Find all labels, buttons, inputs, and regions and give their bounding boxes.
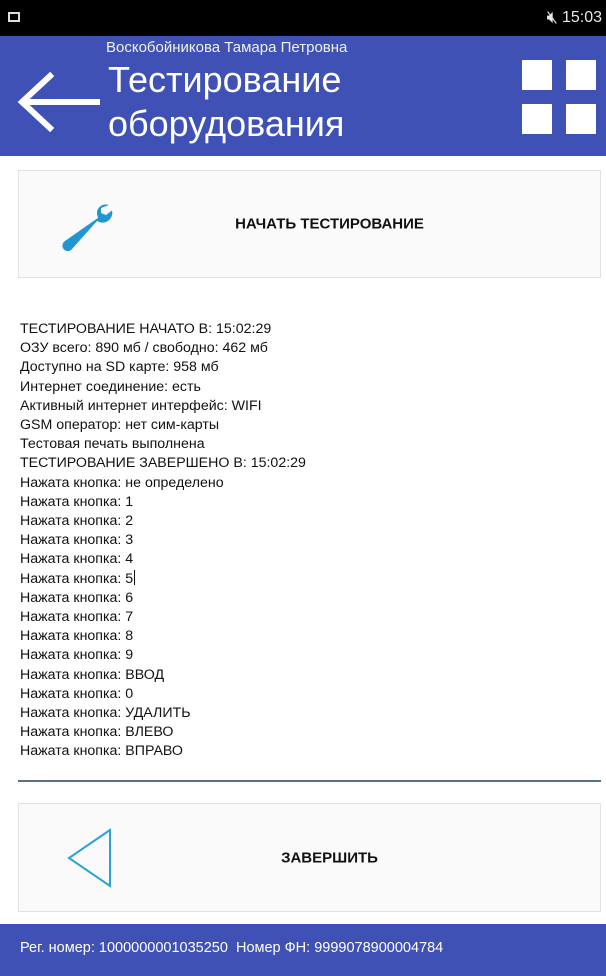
grid-cell [566,60,596,90]
log-line: Доступно на SD карте: 958 мб [20,359,219,376]
log-line: Нажата кнопка: ВВОД [20,666,165,683]
test-log: ТЕСТИРОВАНИЕ НАЧАТО В: 15:02:29 ОЗУ всего… [20,320,600,762]
status-bar: 🔇︎ 15:03 [0,0,606,36]
grid-cell [522,60,552,90]
log-line: ТЕСТИРОВАНИЕ НАЧАТО В: 15:02:29 [20,321,272,337]
log-line: Нажата кнопка: УДАЛИТЬ [20,705,191,722]
arrow-left-icon [17,71,101,133]
menu-grid-button[interactable] [522,60,596,134]
finish-label: ЗАВЕРШИТЬ [281,849,378,866]
start-testing-label: НАЧАТЬ ТЕСТИРОВАНИЕ [235,215,424,233]
log-divider [18,780,601,782]
status-time: 15:03 [561,9,602,26]
log-line: Нажата кнопка: 1 [20,493,134,510]
grid-cell [566,104,596,134]
grid-cell [522,104,552,134]
log-line: Нажата кнопка: 6 [20,589,134,606]
log-line: GSM оператор: нет сим-карты [20,417,220,434]
log-line: Нажата кнопка: не определено [20,474,224,491]
status-icons: 🔇︎ [547,7,562,28]
image-notification-icon [8,12,20,22]
log-line: Нажата кнопка: 2 [20,513,134,530]
log-line: Нажата кнопка: ВЛЕВО [20,724,174,741]
log-line: Нажата кнопка: 7 [20,609,134,626]
log-line: ОЗУ всего: 890 мб / свободно: 462 мб [20,340,268,357]
log-line: Нажата кнопка: ВПРАВО [20,743,183,760]
log-line: Тестовая печать выполнена [20,436,205,453]
log-line: Нажата кнопка: 9 [20,647,134,664]
footer-registration-text: Рег. номер: 1000000001035250 Номер ФН: 9… [20,940,444,956]
finish-button[interactable]: ЗАВЕРШИТЬ [18,803,601,912]
log-line: Активный интернет интерфейс: WIFI [20,397,262,414]
text-caret [134,569,136,585]
back-button[interactable] [16,71,101,133]
start-testing-button[interactable]: НАЧАТЬ ТЕСТИРОВАНИЕ [18,170,601,278]
log-line: Нажата кнопка: 5 [20,569,136,587]
app-bar: Воскобойникова Тамара Петровна Тестирова… [0,36,606,156]
page-title: Тестирование оборудования [108,59,345,144]
log-line: Нажата кнопка: 3 [20,532,134,549]
footer-bar: Рег. номер: 1000000001035250 Номер ФН: 9… [0,924,606,976]
log-line: ТЕСТИРОВАНИЕ ЗАВЕРШЕНО В: 15:02:29 [20,455,306,472]
user-name: Воскобойникова Тамара Петровна [106,39,348,56]
mute-icon: 🔇︎ [546,7,562,28]
log-line: Нажата кнопка: 0 [20,685,134,702]
log-line: Нажата кнопка: 4 [20,551,134,568]
log-line: Интернет соединение: есть [20,378,201,395]
log-line: Нажата кнопка: 8 [20,628,134,645]
